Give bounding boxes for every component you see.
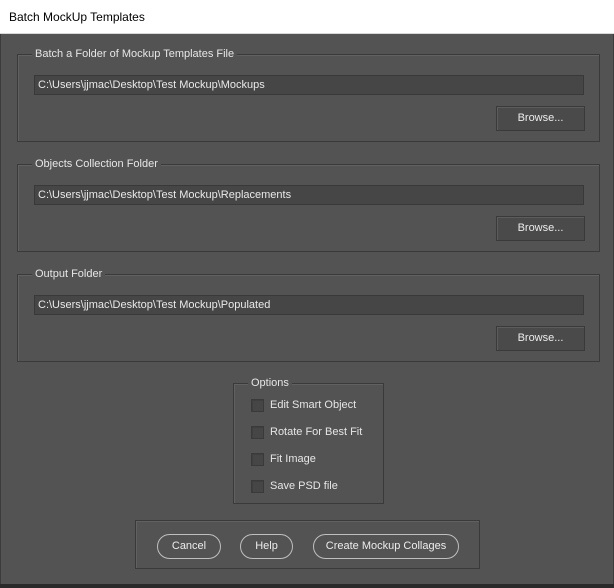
window-title: Batch MockUp Templates: [9, 10, 145, 24]
save-psd-label: Save PSD file: [270, 480, 338, 492]
save-psd-option[interactable]: Save PSD file: [251, 478, 338, 494]
objects-path-field[interactable]: C:\Users\jjmac\Desktop\Test Mockup\Repla…: [34, 185, 584, 205]
rotate-best-fit-label: Rotate For Best Fit: [270, 426, 363, 438]
edit-smart-object-option[interactable]: Edit Smart Object: [251, 397, 356, 413]
save-psd-checkbox[interactable]: [251, 479, 264, 493]
output-legend: Output Folder: [32, 266, 106, 282]
edit-smart-object-label: Edit Smart Object: [270, 399, 357, 411]
window-bottom-edge: [0, 584, 614, 588]
output-browse-button[interactable]: Browse...: [496, 326, 585, 351]
create-mockup-collages-button[interactable]: Create Mockup Collages: [313, 534, 459, 559]
fit-image-option[interactable]: Fit Image: [251, 451, 316, 467]
objects-panel: Objects Collection Folder C:\Users\jjmac…: [17, 156, 600, 252]
templates-path-field[interactable]: C:\Users\jjmac\Desktop\Test Mockup\Mocku…: [34, 75, 584, 95]
edit-smart-object-checkbox[interactable]: [251, 398, 264, 412]
fit-image-checkbox[interactable]: [251, 452, 264, 466]
title-bar: Batch MockUp Templates: [0, 0, 614, 34]
rotate-best-fit-checkbox[interactable]: [251, 425, 264, 439]
rotate-best-fit-option[interactable]: Rotate For Best Fit: [251, 424, 362, 440]
objects-browse-button[interactable]: Browse...: [496, 216, 585, 241]
templates-panel: Batch a Folder of Mockup Templates File …: [17, 46, 600, 142]
options-panel: Options Edit Smart Object Rotate For Bes…: [233, 375, 384, 504]
cancel-button[interactable]: Cancel: [157, 534, 221, 559]
objects-legend: Objects Collection Folder: [32, 156, 161, 172]
options-legend: Options: [248, 375, 292, 391]
fit-image-label: Fit Image: [270, 453, 316, 465]
output-panel: Output Folder C:\Users\jjmac\Desktop\Tes…: [17, 266, 600, 362]
templates-legend: Batch a Folder of Mockup Templates File: [32, 46, 238, 62]
action-buttons-panel: Cancel Help Create Mockup Collages: [135, 520, 480, 569]
output-path-field[interactable]: C:\Users\jjmac\Desktop\Test Mockup\Popul…: [34, 295, 584, 315]
templates-browse-button[interactable]: Browse...: [496, 106, 585, 131]
help-button[interactable]: Help: [240, 534, 293, 559]
